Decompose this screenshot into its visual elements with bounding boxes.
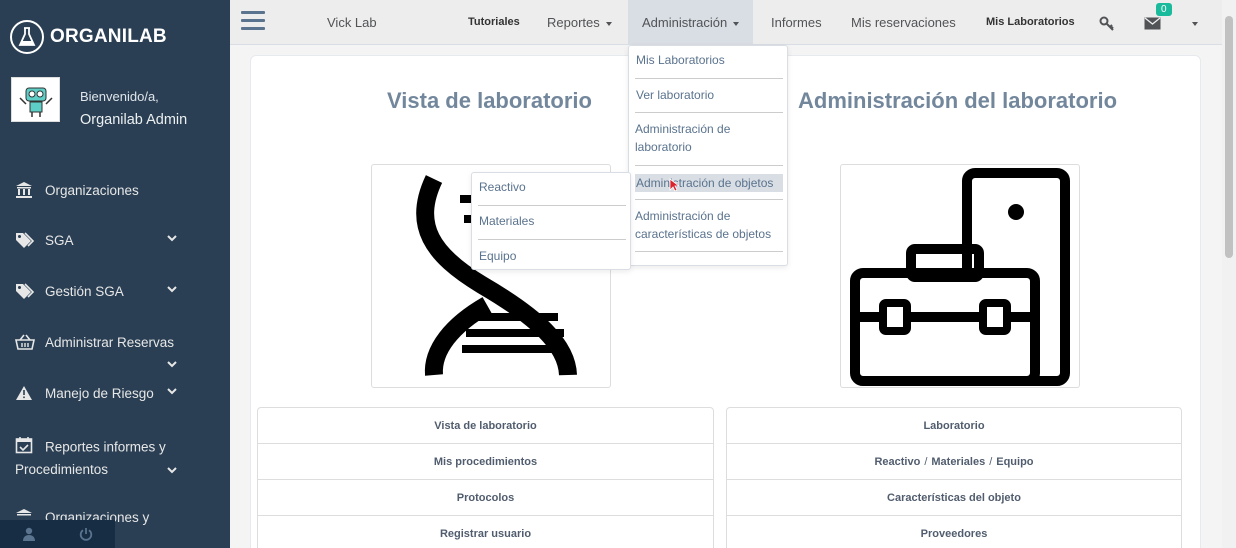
list-item[interactable]: Mis procedimientos bbox=[258, 444, 713, 480]
menu-item-lab-admin[interactable]: Administración de laboratorio bbox=[635, 120, 775, 156]
separator: / bbox=[989, 455, 993, 468]
warning-icon bbox=[15, 385, 35, 404]
power-icon[interactable] bbox=[58, 520, 116, 548]
link-my-procedures[interactable]: Mis procedimientos bbox=[434, 456, 537, 468]
nav-informs[interactable]: Informes bbox=[771, 0, 822, 45]
list-item[interactable]: Protocolos bbox=[258, 480, 713, 516]
sidebar-item-organizaciones[interactable]: Organizaciones bbox=[15, 181, 215, 202]
nav-lab[interactable]: Vick Lab bbox=[327, 0, 377, 45]
sidebar-footer bbox=[0, 520, 115, 548]
mail-count-badge: 0 bbox=[1156, 3, 1172, 16]
list-item[interactable]: Registrar usuario bbox=[258, 516, 713, 548]
menu-item-object-admin[interactable]: Administración de objetos bbox=[635, 174, 783, 192]
list-item[interactable]: Vista de laboratorio bbox=[258, 408, 713, 444]
brand-name: ORGANILAB bbox=[50, 26, 167, 47]
menu-item-my-labs[interactable]: Mis Laboratorios bbox=[636, 51, 725, 69]
username: Organilab Admin bbox=[80, 112, 188, 128]
nav-administration-label: Administración bbox=[642, 15, 728, 30]
sidebar-item-label: SGA bbox=[45, 233, 74, 249]
brand[interactable]: ORGANILAB bbox=[10, 20, 167, 54]
lab-admin-links: Laboratorio Reactivo / Materiales / Equipo C… bbox=[726, 407, 1182, 548]
list-item[interactable]: Laboratorio bbox=[727, 408, 1181, 444]
chevron-down-icon bbox=[167, 234, 177, 245]
lab-view-title: Vista de laboratorio bbox=[387, 88, 592, 113]
submenu-item-reactive[interactable]: Reactivo bbox=[479, 178, 526, 196]
tags-icon bbox=[15, 232, 35, 251]
flask-icon bbox=[10, 20, 44, 54]
chevron-down-icon bbox=[167, 285, 177, 296]
lab-admin-title: Administración del laboratorio bbox=[798, 88, 1118, 113]
nav-tutorials[interactable]: Tutoriales bbox=[468, 0, 520, 45]
scrollbar-thumb[interactable] bbox=[1225, 16, 1233, 258]
sidebar-item-riesgo[interactable]: Manejo de Riesgo bbox=[15, 385, 215, 404]
tags-icon bbox=[15, 283, 35, 302]
lab-view-links: Vista de laboratorio Mis procedimientos … bbox=[257, 407, 714, 548]
toolbox-image-card[interactable] bbox=[840, 164, 1080, 388]
list-item: Reactivo / Materiales / Equipo bbox=[727, 444, 1181, 480]
menu-item-view-lab[interactable]: Ver laboratorio bbox=[636, 86, 714, 104]
user-dropdown-caret[interactable] bbox=[1186, 0, 1198, 45]
avatar bbox=[11, 77, 60, 122]
chevron-down-icon bbox=[167, 387, 177, 398]
divider bbox=[478, 239, 626, 240]
welcome-text: Bienvenido/a, bbox=[80, 89, 159, 104]
nav-administration[interactable]: Administración bbox=[628, 0, 754, 45]
nav-reports-label: Reportes bbox=[547, 15, 600, 30]
caret-down-icon bbox=[605, 21, 612, 26]
cursor-icon bbox=[669, 178, 681, 197]
sidebar-item-sga[interactable]: SGA bbox=[15, 232, 215, 251]
profile bbox=[11, 77, 60, 122]
institution-icon bbox=[15, 181, 35, 202]
divider bbox=[635, 78, 783, 79]
divider bbox=[635, 112, 783, 113]
sidebar-item-label: Reportes informes y Procedimientos bbox=[15, 439, 166, 477]
link-providers[interactable]: Proveedores bbox=[921, 528, 988, 540]
sidebar-item-reportes[interactable]: Reportes informes y Procedimientos bbox=[15, 436, 215, 480]
calendar-check-icon bbox=[15, 436, 35, 460]
caret-down-icon bbox=[733, 21, 740, 26]
link-reactive[interactable]: Reactivo bbox=[874, 456, 920, 468]
sidebar-item-label: Administrar Reservas bbox=[45, 335, 175, 351]
link-protocols[interactable]: Protocolos bbox=[457, 492, 514, 504]
divider bbox=[635, 199, 783, 200]
link-equipment[interactable]: Equipo bbox=[996, 456, 1033, 468]
nav-my-labs[interactable]: Mis Laboratorios bbox=[986, 0, 1075, 45]
menu-item-object-characteristics-admin[interactable]: Administración de características de obj… bbox=[635, 207, 785, 243]
scrollbar[interactable] bbox=[1222, 0, 1236, 548]
sidebar-item-label: Organizaciones bbox=[45, 183, 139, 199]
link-laboratory[interactable]: Laboratorio bbox=[923, 420, 984, 432]
sidebar-item-label: Manejo de Riesgo bbox=[45, 386, 154, 402]
link-materials[interactable]: Materiales bbox=[931, 456, 985, 468]
link-lab-view[interactable]: Vista de laboratorio bbox=[434, 420, 537, 432]
chevron-down-icon bbox=[167, 462, 177, 482]
submenu-item-materials[interactable]: Materiales bbox=[479, 212, 534, 230]
nav-reservations[interactable]: Mis reservaciones bbox=[851, 0, 956, 45]
separator: / bbox=[924, 455, 928, 468]
link-object-characteristics[interactable]: Características del objeto bbox=[887, 492, 1021, 504]
submenu-item-equipment[interactable]: Equipo bbox=[479, 247, 516, 265]
caret-down-icon bbox=[1192, 21, 1198, 26]
sidebar-item-reservas[interactable]: Administrar Reservas bbox=[15, 334, 215, 368]
divider bbox=[635, 251, 783, 252]
toolbox-icon bbox=[850, 168, 1070, 386]
list-item[interactable]: Proveedores bbox=[727, 516, 1181, 548]
objects-submenu: Reactivo Materiales Equipo bbox=[471, 172, 631, 270]
link-register-user[interactable]: Registrar usuario bbox=[440, 528, 531, 540]
sidebar: ORGANILAB Bienvenido/a, Organilab Admin … bbox=[0, 0, 230, 548]
divider bbox=[478, 205, 626, 206]
administration-dropdown: Mis Laboratorios Ver laboratorio Adminis… bbox=[628, 45, 788, 266]
menu-toggle-icon[interactable] bbox=[241, 11, 265, 35]
key-icon[interactable] bbox=[1099, 0, 1115, 45]
list-item[interactable]: Características del objeto bbox=[727, 480, 1181, 516]
chevron-down-icon bbox=[167, 360, 177, 371]
basket-icon bbox=[15, 334, 35, 353]
sidebar-item-gestion-sga[interactable]: Gestión SGA bbox=[15, 283, 215, 302]
divider bbox=[635, 165, 783, 166]
sidebar-item-label: Gestión SGA bbox=[45, 284, 124, 300]
user-icon[interactable] bbox=[0, 520, 58, 548]
nav-reports[interactable]: Reportes bbox=[547, 0, 612, 45]
